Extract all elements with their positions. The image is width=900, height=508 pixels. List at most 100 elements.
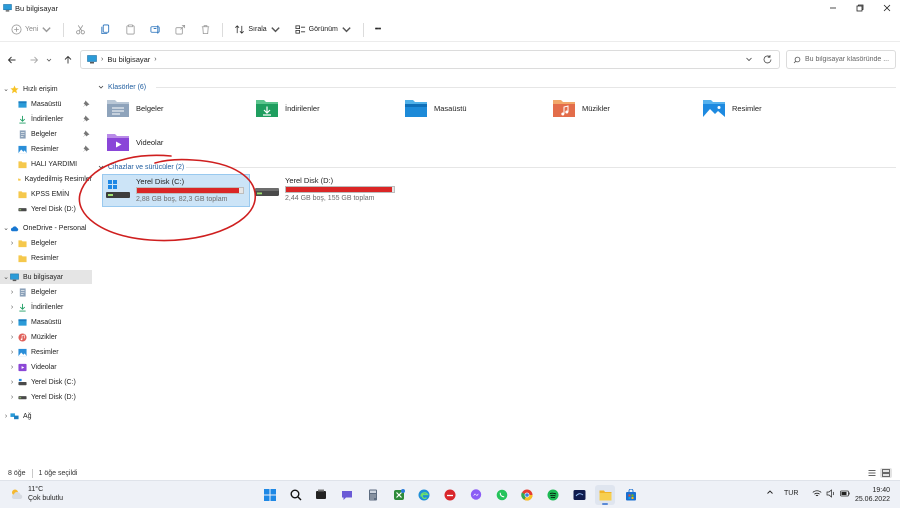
nav-item-pc-desktop[interactable]: › Masaüstü xyxy=(0,315,92,329)
more-options-button[interactable]: ••• xyxy=(368,19,388,41)
sort-button[interactable]: Sırala xyxy=(227,19,287,41)
battery-icon[interactable] xyxy=(840,489,850,498)
paste-button[interactable] xyxy=(118,19,143,41)
disney-plus-app[interactable] xyxy=(569,485,589,505)
xbox-app[interactable] xyxy=(389,485,409,505)
nav-item-pc-videos[interactable]: › Videolar xyxy=(0,360,92,374)
weather-condition: Çok bulutlu xyxy=(28,495,64,502)
nav-item-onedrive-pictures[interactable]: Resimler xyxy=(0,251,92,265)
copy-icon xyxy=(101,24,110,35)
folder-tile-desktop[interactable]: Masaüstü xyxy=(404,96,467,120)
expand-chevron-icon[interactable]: › xyxy=(2,413,10,420)
chat-button[interactable] xyxy=(337,485,357,505)
recent-locations-button[interactable] xyxy=(42,50,56,70)
nav-item-pc-music[interactable]: › Müzikler xyxy=(0,330,92,344)
refresh-icon[interactable] xyxy=(762,54,773,65)
folder-tile-music[interactable]: Müzikler xyxy=(552,96,610,120)
show-hidden-icons-button[interactable] xyxy=(766,488,774,498)
nav-quick-access[interactable]: ⌄ Hızlı erişim xyxy=(0,82,92,96)
messenger-app[interactable] xyxy=(466,485,486,505)
expand-chevron-icon[interactable]: ⌄ xyxy=(2,85,10,93)
folder-tile-documents[interactable]: Belgeler xyxy=(106,96,164,120)
task-view-button[interactable] xyxy=(311,485,331,505)
copy-button[interactable] xyxy=(93,19,118,41)
close-icon xyxy=(883,4,890,12)
chrome-app[interactable] xyxy=(517,485,537,505)
forward-button[interactable] xyxy=(24,50,44,70)
whatsapp-app[interactable] xyxy=(492,485,512,505)
up-button[interactable] xyxy=(58,50,78,70)
edge-app[interactable] xyxy=(414,485,434,505)
weather-widget[interactable]: 11°C Çok bulutlu xyxy=(10,485,63,503)
new-button[interactable]: Yeni xyxy=(4,19,59,41)
breadcrumb-this-pc[interactable]: Bu bilgisayar xyxy=(107,55,150,64)
taskbar-search-button[interactable] xyxy=(286,485,306,505)
app-red-circle[interactable] xyxy=(440,485,460,505)
drive-tile-local-disk-d[interactable]: Yerel Disk (D:) 2,44 GB boş, 155 GB topl… xyxy=(252,174,400,207)
expand-chevron-icon[interactable]: › xyxy=(8,289,16,296)
expand-chevron-icon[interactable]: › xyxy=(8,240,16,247)
share-button[interactable] xyxy=(168,19,193,41)
file-explorer-app[interactable] xyxy=(595,485,615,505)
nav-item-kpss-emin[interactable]: KPSS EMİN xyxy=(0,187,92,201)
nav-item-pc-documents[interactable]: › Belgeler xyxy=(0,285,92,299)
address-bar[interactable]: › Bu bilgisayar › xyxy=(80,50,780,69)
chevron-down-icon[interactable] xyxy=(745,55,753,63)
drives-section-header[interactable]: Cihazlar ve sürücüler (2) xyxy=(98,161,184,173)
nav-item-pc-pictures[interactable]: › Resimler xyxy=(0,345,92,359)
folder-tile-videos[interactable]: Videolar xyxy=(106,130,163,154)
language-indicator[interactable]: TUR xyxy=(784,490,798,497)
expand-chevron-icon[interactable]: › xyxy=(8,304,16,311)
nav-onedrive[interactable]: ⌄ OneDrive - Personal xyxy=(0,221,92,235)
expand-chevron-icon[interactable]: › xyxy=(8,334,16,341)
spotify-app[interactable] xyxy=(543,485,563,505)
nav-item-pictures[interactable]: Resimler xyxy=(0,142,92,156)
nav-item-downloads[interactable]: İndirilenler xyxy=(0,112,92,126)
nav-item-documents[interactable]: Belgeler xyxy=(0,127,92,141)
back-button[interactable] xyxy=(2,50,22,70)
nav-item-pc-local-disk-d[interactable]: › Yerel Disk (D:) xyxy=(0,390,92,404)
close-button[interactable] xyxy=(873,0,900,16)
nav-item-desktop[interactable]: Masaüstü xyxy=(0,97,92,111)
calculator-app[interactable] xyxy=(363,485,383,505)
calculator-icon xyxy=(369,489,377,501)
store-app[interactable] xyxy=(621,485,641,505)
folder-tile-downloads[interactable]: İndirilenler xyxy=(255,96,320,120)
folder-tile-pictures[interactable]: Resimler xyxy=(702,96,762,120)
download-icon xyxy=(19,115,26,124)
expand-chevron-icon[interactable]: ⌄ xyxy=(2,273,10,281)
expand-chevron-icon[interactable]: › xyxy=(8,379,16,386)
nav-item-local-disk-d[interactable]: Yerel Disk (D:) xyxy=(0,202,92,216)
breadcrumb-separator[interactable]: › xyxy=(154,56,156,63)
search-box[interactable] xyxy=(786,50,896,69)
nav-item-pc-downloads[interactable]: › İndirilenler xyxy=(0,300,92,314)
nav-label: Ağ xyxy=(23,412,32,420)
tiles-view-button[interactable] xyxy=(880,468,892,478)
expand-chevron-icon[interactable]: ⌄ xyxy=(2,224,10,232)
nav-network[interactable]: › Ağ xyxy=(0,409,92,423)
expand-chevron-icon[interactable]: › xyxy=(8,394,16,401)
music-folder-icon xyxy=(553,100,575,117)
taskbar-clock[interactable]: 19:40 25.06.2022 xyxy=(855,486,890,504)
nav-this-pc[interactable]: ⌄ Bu bilgisayar xyxy=(0,270,92,284)
expand-chevron-icon[interactable]: › xyxy=(8,364,16,371)
delete-button[interactable] xyxy=(193,19,218,41)
view-button[interactable]: Görünüm xyxy=(288,19,359,41)
nav-item-onedrive-documents[interactable]: › Belgeler xyxy=(0,236,92,250)
expand-chevron-icon[interactable]: › xyxy=(8,319,16,326)
start-button[interactable] xyxy=(260,485,280,505)
drive-tile-local-disk-c[interactable]: Yerel Disk (C:) 2,88 GB boş, 82,3 GB top… xyxy=(102,174,250,207)
details-view-button[interactable] xyxy=(866,468,878,478)
search-input[interactable] xyxy=(805,56,895,63)
cut-button[interactable] xyxy=(68,19,93,41)
nav-item-hali-yardimi[interactable]: HALI YARDIMI xyxy=(0,157,92,171)
expand-chevron-icon[interactable]: › xyxy=(8,349,16,356)
volume-icon[interactable] xyxy=(826,488,836,498)
nav-item-saved-pictures[interactable]: Kaydedilmiş Resimler xyxy=(0,172,92,186)
nav-item-pc-local-disk-c[interactable]: › Yerel Disk (C:) xyxy=(0,375,92,389)
minimize-button[interactable] xyxy=(819,0,846,16)
wifi-icon[interactable] xyxy=(812,489,822,498)
rename-button[interactable] xyxy=(143,19,168,41)
maximize-button[interactable] xyxy=(846,0,873,16)
folders-section-header[interactable]: Klasörler (6) xyxy=(98,81,146,93)
